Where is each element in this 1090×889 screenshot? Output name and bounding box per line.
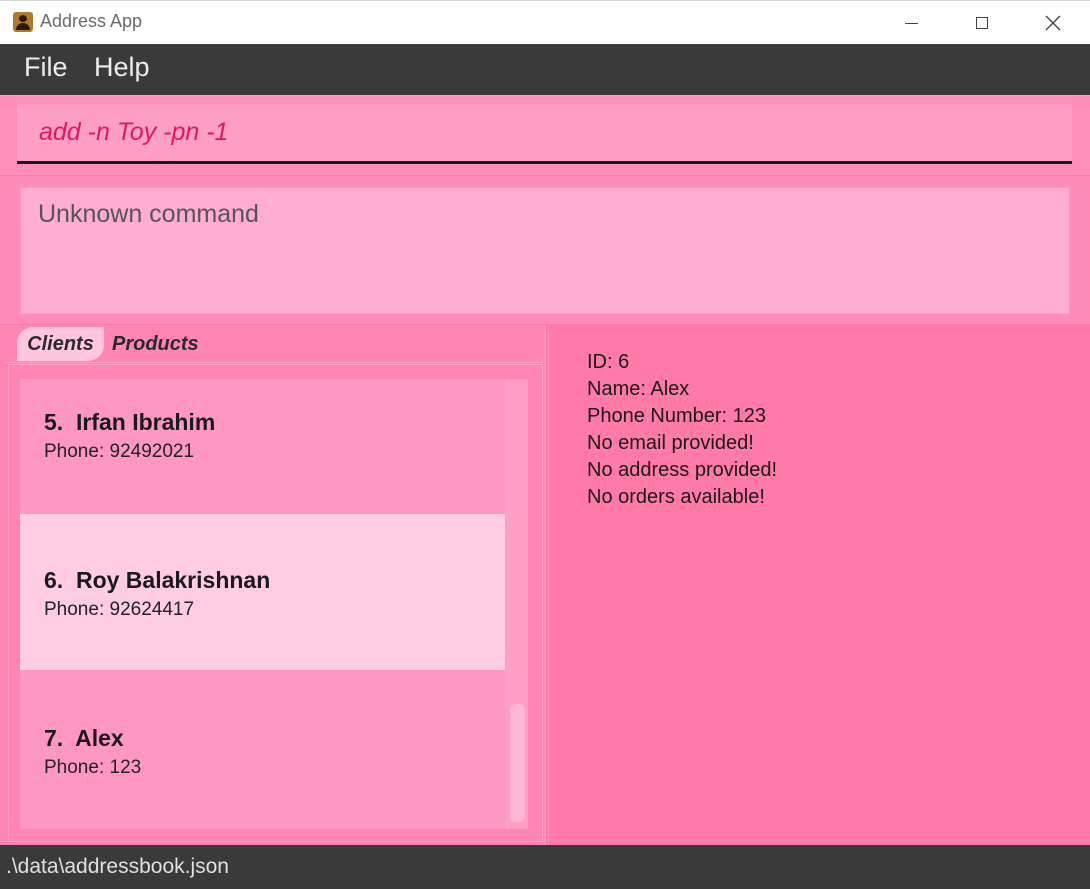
client-card-selected[interactable]: 6. Roy Balakrishnan Phone: 92624417 bbox=[20, 514, 505, 670]
client-phone: Phone: 92624417 bbox=[44, 599, 195, 620]
result-message: Unknown command bbox=[38, 200, 259, 228]
command-input-text: add -n Toy -pn -1 bbox=[39, 118, 229, 146]
client-detail-panel: ID: 6 Name: Alex Phone Number: 123 No em… bbox=[548, 325, 1088, 845]
client-card[interactable]: 5. Irfan Ibrahim Phone: 92492021 bbox=[20, 379, 505, 514]
minimize-button[interactable] bbox=[876, 1, 946, 45]
client-name: 5. Irfan Ibrahim bbox=[44, 409, 216, 435]
detail-orders: No orders available! bbox=[587, 486, 765, 508]
minimize-icon bbox=[904, 22, 918, 24]
window-title: Address App bbox=[40, 11, 143, 31]
menu-bar: File Help bbox=[0, 44, 1090, 95]
maximize-button[interactable] bbox=[947, 1, 1017, 45]
client-phone: Phone: 123 bbox=[44, 757, 142, 778]
detail-id: ID: 6 bbox=[587, 351, 630, 373]
client-card[interactable]: 7. Alex Phone: 123 bbox=[20, 670, 505, 829]
title-bar: Address App bbox=[0, 0, 1090, 44]
close-button[interactable] bbox=[1018, 1, 1088, 45]
client-phone: Phone: 92492021 bbox=[44, 441, 195, 462]
menu-file[interactable]: File bbox=[24, 52, 68, 83]
scrollbar-thumb[interactable] bbox=[510, 704, 525, 822]
result-display[interactable]: Unknown command bbox=[20, 187, 1070, 314]
tab-products[interactable]: Products bbox=[112, 327, 199, 361]
menu-help[interactable]: Help bbox=[94, 52, 150, 83]
data-file-path: .\data\addressbook.json bbox=[6, 855, 229, 878]
tab-divider bbox=[5, 362, 543, 363]
maximize-icon bbox=[976, 17, 988, 29]
detail-address: No address provided! bbox=[587, 459, 778, 481]
tab-clients[interactable]: Clients bbox=[17, 327, 104, 361]
command-input[interactable]: add -n Toy -pn -1 bbox=[17, 104, 1072, 164]
detail-email: No email provided! bbox=[587, 432, 754, 454]
address-book-icon bbox=[13, 12, 33, 32]
close-icon bbox=[1045, 15, 1061, 31]
detail-name: Name: Alex bbox=[587, 378, 690, 400]
client-name: 6. Roy Balakrishnan bbox=[44, 567, 271, 593]
client-name: 7. Alex bbox=[44, 725, 124, 751]
status-bar: .\data\addressbook.json bbox=[0, 845, 1090, 889]
detail-phone: Phone Number: 123 bbox=[587, 405, 767, 427]
